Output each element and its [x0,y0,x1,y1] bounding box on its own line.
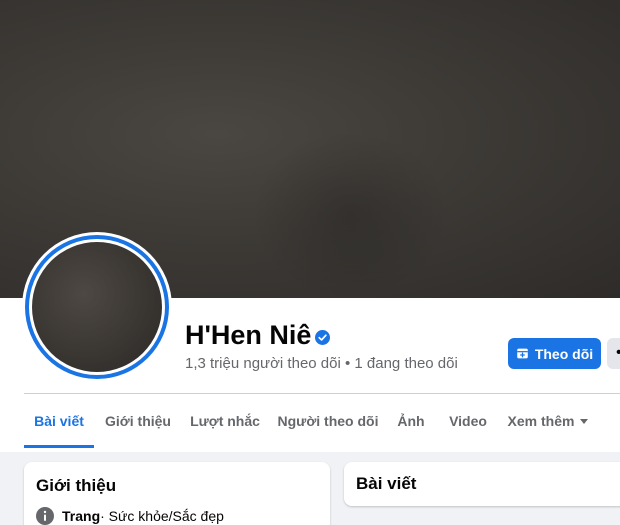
tab-label: Người theo dõi [277,413,379,429]
tab-label: Lượt nhắc [190,413,260,429]
intro-title: Giới thiệu [36,476,117,495]
tab-about[interactable]: Giới thiệu [100,394,176,448]
info-icon [36,507,54,525]
tab-mentions[interactable]: Lượt nhắc [184,394,266,448]
cover-shadow [250,130,450,300]
page-type-label: Trang [62,508,101,524]
intro-card: Giới thiệu Trang · Sức khỏe/Sắc đẹp [24,462,330,525]
more-icon: • [616,344,620,362]
profile-tabs: Bài viết Giới thiệu Lượt nhắc Người theo… [24,394,620,452]
tab-see-more[interactable]: Xem thêm [502,394,594,448]
tab-label: Ảnh [397,413,425,429]
tab-label: Bài viết [34,413,84,429]
tab-followers[interactable]: Người theo dõi [276,394,380,448]
tab-posts[interactable]: Bài viết [24,394,94,448]
follow-icon [517,348,528,359]
avatar-photo [32,242,162,372]
avatar-story-ring [25,235,169,379]
tab-videos[interactable]: Video [442,394,494,448]
tab-photos[interactable]: Ảnh [390,394,432,448]
verified-badge-icon [315,330,330,345]
caret-down-icon [580,418,589,424]
tab-label: Xem thêm [507,413,575,429]
tab-label: Giới thiệu [105,413,171,429]
follower-stats[interactable]: 1,3 triệu người theo dõi • 1 đang theo d… [185,355,458,373]
page-category-label: · Sức khỏe/Sắc đẹp [100,508,224,524]
more-options-button[interactable]: • [607,338,620,369]
follow-button-label: Theo dõi [534,345,594,362]
tab-label: Video [449,413,487,429]
page-category-row: Trang · Sức khỏe/Sắc đẹp [36,507,224,525]
avatar-inner-border [29,239,165,375]
active-tab-underline [24,445,94,448]
profile-avatar[interactable] [22,232,172,382]
follow-button[interactable]: Theo dõi [508,338,601,369]
profile-header: H'Hen Niê 1,3 triệu người theo dõi • 1 đ… [0,0,620,452]
posts-title: Bài viết [356,474,417,493]
posts-card: Bài viết [344,462,620,506]
profile-name: H'Hen Niê [185,320,312,350]
